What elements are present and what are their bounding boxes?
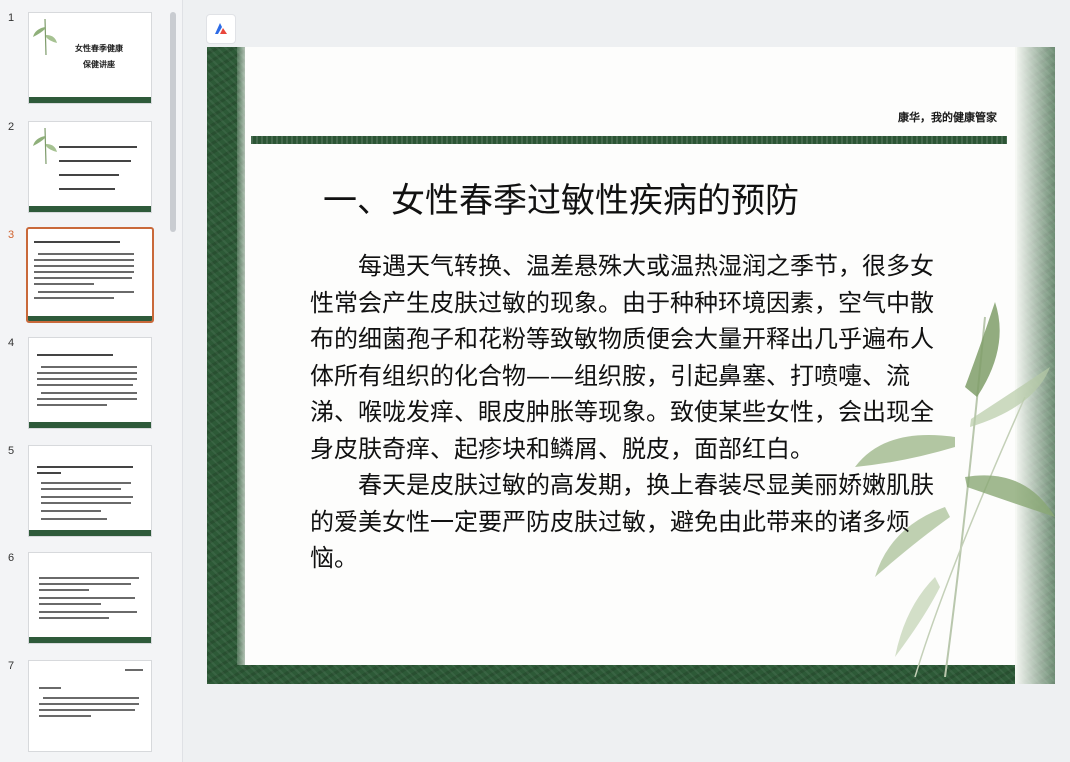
slide-number: 2 — [8, 121, 15, 133]
brand-slogan: 康华，我的健康管家 — [898, 111, 997, 124]
slide-thumbnail-7[interactable]: 7 — [0, 660, 165, 752]
thumbnail-footer-band — [29, 637, 151, 643]
slide-preview[interactable] — [28, 445, 152, 537]
slide-number: 3 — [8, 229, 15, 241]
slide-thumbnail-2[interactable]: 2 — [0, 121, 165, 213]
app-logo-icon[interactable] — [206, 14, 236, 44]
slide-number: 1 — [8, 12, 15, 24]
slide-number: 4 — [8, 337, 15, 349]
thumbnail-footer-band — [29, 530, 151, 536]
slide-preview-selected[interactable] — [26, 227, 154, 323]
bamboo-leaf-icon — [33, 127, 57, 165]
slide-body-text: 每遇天气转换、温差悬殊大或温热湿润之季节，很多女性常会产生皮肤过敏的现象。由于种… — [310, 248, 950, 577]
slide-preview[interactable] — [28, 337, 152, 429]
slide-number: 7 — [8, 660, 15, 672]
slide-preview[interactable] — [28, 660, 152, 752]
slide-title: 一、女性春季过敏性疾病的预防 — [323, 181, 799, 221]
slide-number: 5 — [8, 445, 15, 457]
slide-thumbnail-1[interactable]: 1 女性春季健康 保健讲座 — [0, 12, 165, 104]
thumbnail-footer-band — [29, 206, 151, 212]
header-band — [251, 136, 1007, 144]
thumbnail-title-line: 保健讲座 — [83, 60, 115, 69]
slide-thumbnail-3[interactable]: 3 — [0, 227, 165, 323]
body-paragraph: 每遇天气转换、温差悬殊大或温热湿润之季节，很多女性常会产生皮肤过敏的现象。由于种… — [310, 252, 934, 463]
slide-preview[interactable]: 女性春季健康 保健讲座 — [28, 12, 152, 104]
slide-preview[interactable] — [28, 121, 152, 213]
body-paragraph: 春天是皮肤过敏的高发期，换上春装尽显美丽娇嫩肌肤的爱美女性一定要严防皮肤过敏，避… — [310, 471, 934, 572]
thumbnail-title-line: 女性春季健康 — [75, 44, 123, 53]
thumbnail-footer-band — [29, 97, 151, 103]
slide-number: 6 — [8, 552, 15, 564]
thumbnail-footer-band — [28, 316, 152, 321]
slide-preview[interactable] — [28, 552, 152, 644]
slide-thumbnail-5[interactable]: 5 — [0, 445, 165, 537]
thumbnail-scrollbar[interactable] — [170, 12, 176, 232]
slide-thumbnail-4[interactable]: 4 — [0, 337, 165, 429]
thumbnail-footer-band — [29, 422, 151, 428]
slide-thumbnail-6[interactable]: 6 — [0, 552, 165, 644]
current-slide[interactable]: 康华，我的健康管家 一、女性春季过敏性疾病的预防 每遇天气转换、温差悬殊大或温热… — [207, 47, 1055, 684]
slide-thumbnail-pane: 1 女性春季健康 保健讲座 2 3 4 5 6 7 — [0, 0, 183, 762]
